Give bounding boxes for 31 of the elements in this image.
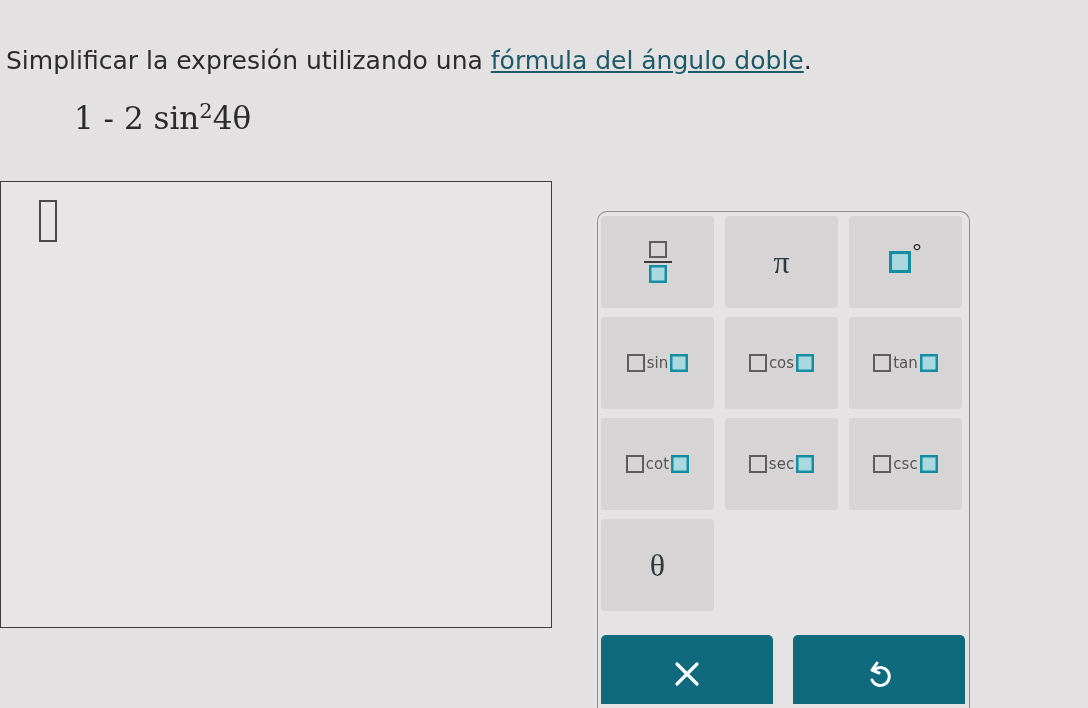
- shaded-square-icon: [796, 455, 815, 474]
- degree-key[interactable]: °: [849, 216, 962, 309]
- undo-button[interactable]: [793, 635, 965, 705]
- shaded-square-icon: [796, 354, 815, 373]
- outline-square-icon: [625, 455, 644, 474]
- function-key[interactable]: sin: [601, 317, 714, 410]
- outline-square-icon: [873, 455, 892, 474]
- outline-square-icon: [626, 354, 645, 373]
- input-slot-icon: [39, 200, 57, 243]
- fraction-icon: [643, 241, 672, 284]
- formula-link[interactable]: fórmula del ángulo doble: [490, 46, 804, 75]
- shaded-square-icon: [670, 354, 689, 373]
- shaded-square-icon: [919, 354, 938, 373]
- clear-button[interactable]: [601, 635, 773, 705]
- shaded-square-icon: [888, 251, 911, 274]
- shaded-square-icon: [671, 455, 690, 474]
- function-key[interactable]: sec: [725, 418, 838, 511]
- outline-square-icon: [748, 455, 767, 474]
- symbol-key[interactable]: θ: [601, 519, 714, 612]
- instruction-text: Simplificar la expresión utilizando una fórmula del ángulo doble.: [6, 46, 812, 76]
- outline-square-icon: [748, 354, 767, 373]
- shaded-square-icon: [919, 455, 938, 474]
- function-key[interactable]: tan: [849, 317, 962, 410]
- outline-square-icon: [873, 354, 892, 373]
- symbol-key[interactable]: π: [725, 216, 838, 309]
- close-icon: [674, 661, 700, 688]
- expression-text: 1 - 2 sin$^{2}$4θ: [74, 98, 252, 139]
- fraction-key[interactable]: [601, 216, 714, 309]
- function-key[interactable]: cot: [601, 418, 714, 511]
- function-key[interactable]: csc: [849, 418, 962, 511]
- function-key[interactable]: cos: [725, 317, 838, 410]
